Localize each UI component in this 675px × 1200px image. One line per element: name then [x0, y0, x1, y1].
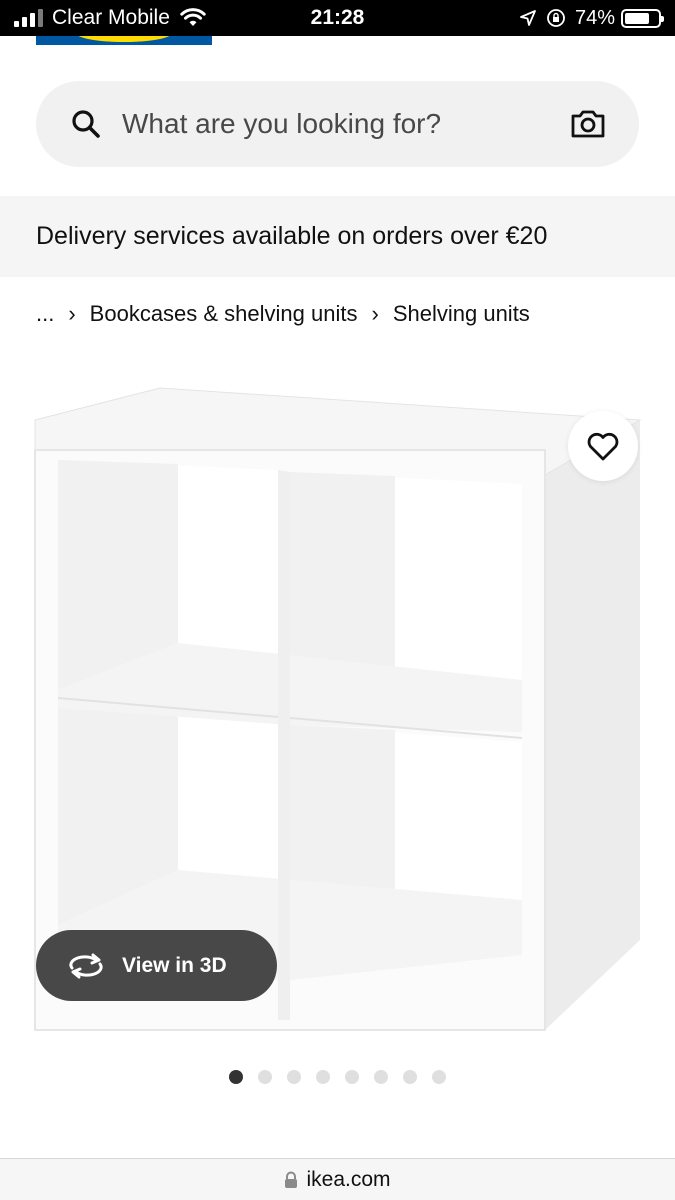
rotate-3d-icon: [69, 953, 103, 978]
status-bar: Clear Mobile 21:28 74%: [0, 0, 675, 36]
search-input[interactable]: [122, 101, 552, 147]
orientation-lock-icon: [547, 9, 565, 27]
carousel-dot[interactable]: [432, 1070, 446, 1084]
view-in-3d-button[interactable]: View in 3D: [36, 930, 277, 1001]
ikea-logo[interactable]: [36, 36, 212, 45]
breadcrumb-ellipsis[interactable]: ...: [36, 300, 54, 328]
chevron-right-icon: ›: [68, 301, 76, 326]
view-in-3d-label: View in 3D: [122, 953, 227, 977]
location-arrow-icon: [520, 10, 536, 26]
browser-url-bar[interactable]: ikea.com: [0, 1158, 675, 1200]
lock-icon: [285, 1171, 298, 1188]
chevron-right-icon: ›: [371, 301, 379, 326]
carousel-dot[interactable]: [345, 1070, 359, 1084]
delivery-banner-text: Delivery services available on orders ov…: [36, 222, 548, 250]
breadcrumb-shelving-units[interactable]: Shelving units: [393, 300, 530, 328]
battery-level: [625, 12, 649, 24]
carousel-dots: [229, 1070, 446, 1084]
heart-icon: [587, 432, 619, 461]
carousel-dot[interactable]: [287, 1070, 301, 1084]
carousel-dot[interactable]: [316, 1070, 330, 1084]
carousel-dot[interactable]: [403, 1070, 417, 1084]
search-bar[interactable]: [36, 81, 639, 167]
breadcrumb: ... › Bookcases & shelving units › Shelv…: [36, 300, 530, 328]
url-domain: ikea.com: [306, 1167, 391, 1191]
camera-icon[interactable]: [570, 106, 606, 142]
battery-icon: [621, 8, 664, 28]
battery-percent: 74%: [574, 7, 615, 29]
status-right: 74%: [519, 6, 664, 30]
carousel-dot[interactable]: [229, 1070, 243, 1084]
carousel-dot[interactable]: [374, 1070, 388, 1084]
favourite-button[interactable]: [568, 411, 638, 481]
breadcrumb-bookcases[interactable]: Bookcases & shelving units: [90, 300, 358, 328]
delivery-banner[interactable]: Delivery services available on orders ov…: [0, 196, 675, 277]
search-icon[interactable]: [70, 108, 102, 140]
carousel-dot[interactable]: [258, 1070, 272, 1084]
